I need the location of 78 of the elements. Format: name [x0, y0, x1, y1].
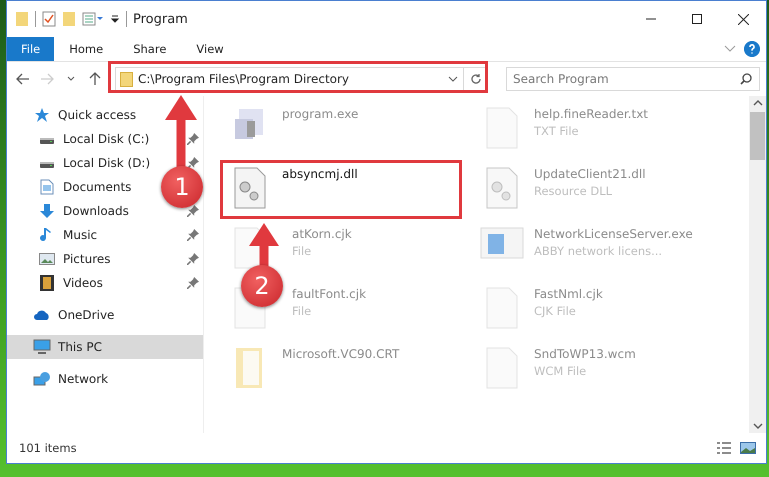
- window-icon: [480, 227, 524, 259]
- nav-item[interactable]: OneDrive: [7, 303, 203, 327]
- ribbon-tab[interactable]: View: [181, 37, 239, 61]
- ribbon-tab[interactable]: Share: [118, 37, 182, 61]
- file-type: TXT File: [534, 124, 580, 138]
- file-name: NetworkLicenseServer.exe: [534, 227, 693, 241]
- window-title: Program: [133, 12, 188, 26]
- nav-item[interactable]: Documents: [7, 175, 159, 199]
- pin-icon[interactable]: [187, 133, 199, 145]
- pin-icon[interactable]: [187, 205, 199, 217]
- checklist-icon[interactable]: [42, 11, 56, 27]
- nav-item[interactable]: Videos: [7, 271, 159, 295]
- close-icon: [738, 14, 748, 24]
- folder-icon: [235, 347, 265, 389]
- pin-icon[interactable]: [187, 157, 199, 169]
- nav-item[interactable]: Downloads: [7, 199, 159, 223]
- monitor-icon: [33, 339, 51, 355]
- file-type: ABBY network licens...: [534, 244, 664, 258]
- folder-icon: [120, 72, 133, 86]
- file-name: help.fineReader.txt: [534, 107, 648, 121]
- scrollbar[interactable]: [749, 96, 766, 433]
- document-icon: [486, 287, 518, 329]
- network-icon: [33, 371, 51, 387]
- scrollbar-thumb[interactable]: [750, 112, 765, 160]
- search-icon: [740, 73, 752, 85]
- music-note-icon: [40, 227, 54, 243]
- picture-icon: [39, 252, 55, 266]
- nav-item[interactable]: This PC: [7, 335, 203, 359]
- file-name: UpdateClient21.dll: [534, 167, 646, 181]
- dropdown-icon[interactable]: [110, 14, 120, 24]
- star-icon: [34, 107, 50, 123]
- ribbon-tab[interactable]: Home: [54, 37, 118, 61]
- document-icon: [486, 347, 518, 389]
- file-type: Resource DLL: [534, 184, 614, 198]
- item-count: 101 items: [19, 441, 77, 455]
- nav-item[interactable]: Local Disk (C:): [7, 127, 159, 151]
- file-type: File: [292, 304, 312, 318]
- nav-item[interactable]: Local Disk (D:): [7, 151, 159, 175]
- maximize-icon: [692, 14, 702, 24]
- file-name: absyncmj.dll: [282, 167, 358, 181]
- gear-document-icon: [486, 167, 518, 209]
- large-icons-view-icon[interactable]: [740, 441, 756, 455]
- search-field[interactable]: Search Program: [506, 67, 760, 91]
- gear-document-icon: [234, 167, 266, 209]
- chevron-down-icon[interactable]: [448, 76, 458, 82]
- file-name: FastNml.cjk: [534, 287, 603, 301]
- nav-item[interactable]: Pictures: [7, 247, 159, 271]
- file-type: File: [292, 244, 312, 258]
- document-icon: [486, 107, 518, 149]
- up-arrow-icon: [89, 72, 101, 86]
- file-name: faultFont.cjk: [292, 287, 366, 301]
- forward-arrow-icon: [40, 73, 54, 85]
- nav-item[interactable]: Quick access: [7, 103, 203, 127]
- file-name: SndToWP13.wcm: [534, 347, 636, 361]
- refresh-icon: [470, 73, 482, 85]
- help-icon[interactable]: [744, 41, 760, 57]
- pin-icon[interactable]: [187, 277, 199, 289]
- file-name: atKorn.cjk: [292, 227, 352, 241]
- down-arrow-icon: [39, 203, 55, 219]
- address-bar[interactable]: C:\Program Files\Program Directory: [115, 67, 488, 91]
- nav-item[interactable]: Music: [7, 223, 159, 247]
- file-name: program.exe: [282, 107, 358, 121]
- film-icon: [40, 275, 54, 291]
- cloud-icon: [33, 309, 51, 321]
- nav-item[interactable]: Network: [7, 367, 203, 391]
- file-item[interactable]: absyncmj.dll: [224, 161, 476, 221]
- back-arrow-icon: [16, 73, 30, 85]
- file-type: CJK File: [534, 304, 577, 318]
- file-name: Microsoft.VC90.CRT: [282, 347, 400, 361]
- document-icon: [40, 179, 54, 195]
- pin-icon[interactable]: [187, 253, 199, 265]
- folder-icon: [15, 11, 29, 27]
- details-view-icon[interactable]: [716, 441, 732, 455]
- ribbon-tab[interactable]: File: [7, 37, 54, 61]
- file-type: WCM File: [534, 364, 588, 378]
- properties-icon[interactable]: [82, 12, 104, 26]
- chevron-down-icon: [67, 76, 75, 82]
- pin-icon[interactable]: [187, 229, 199, 241]
